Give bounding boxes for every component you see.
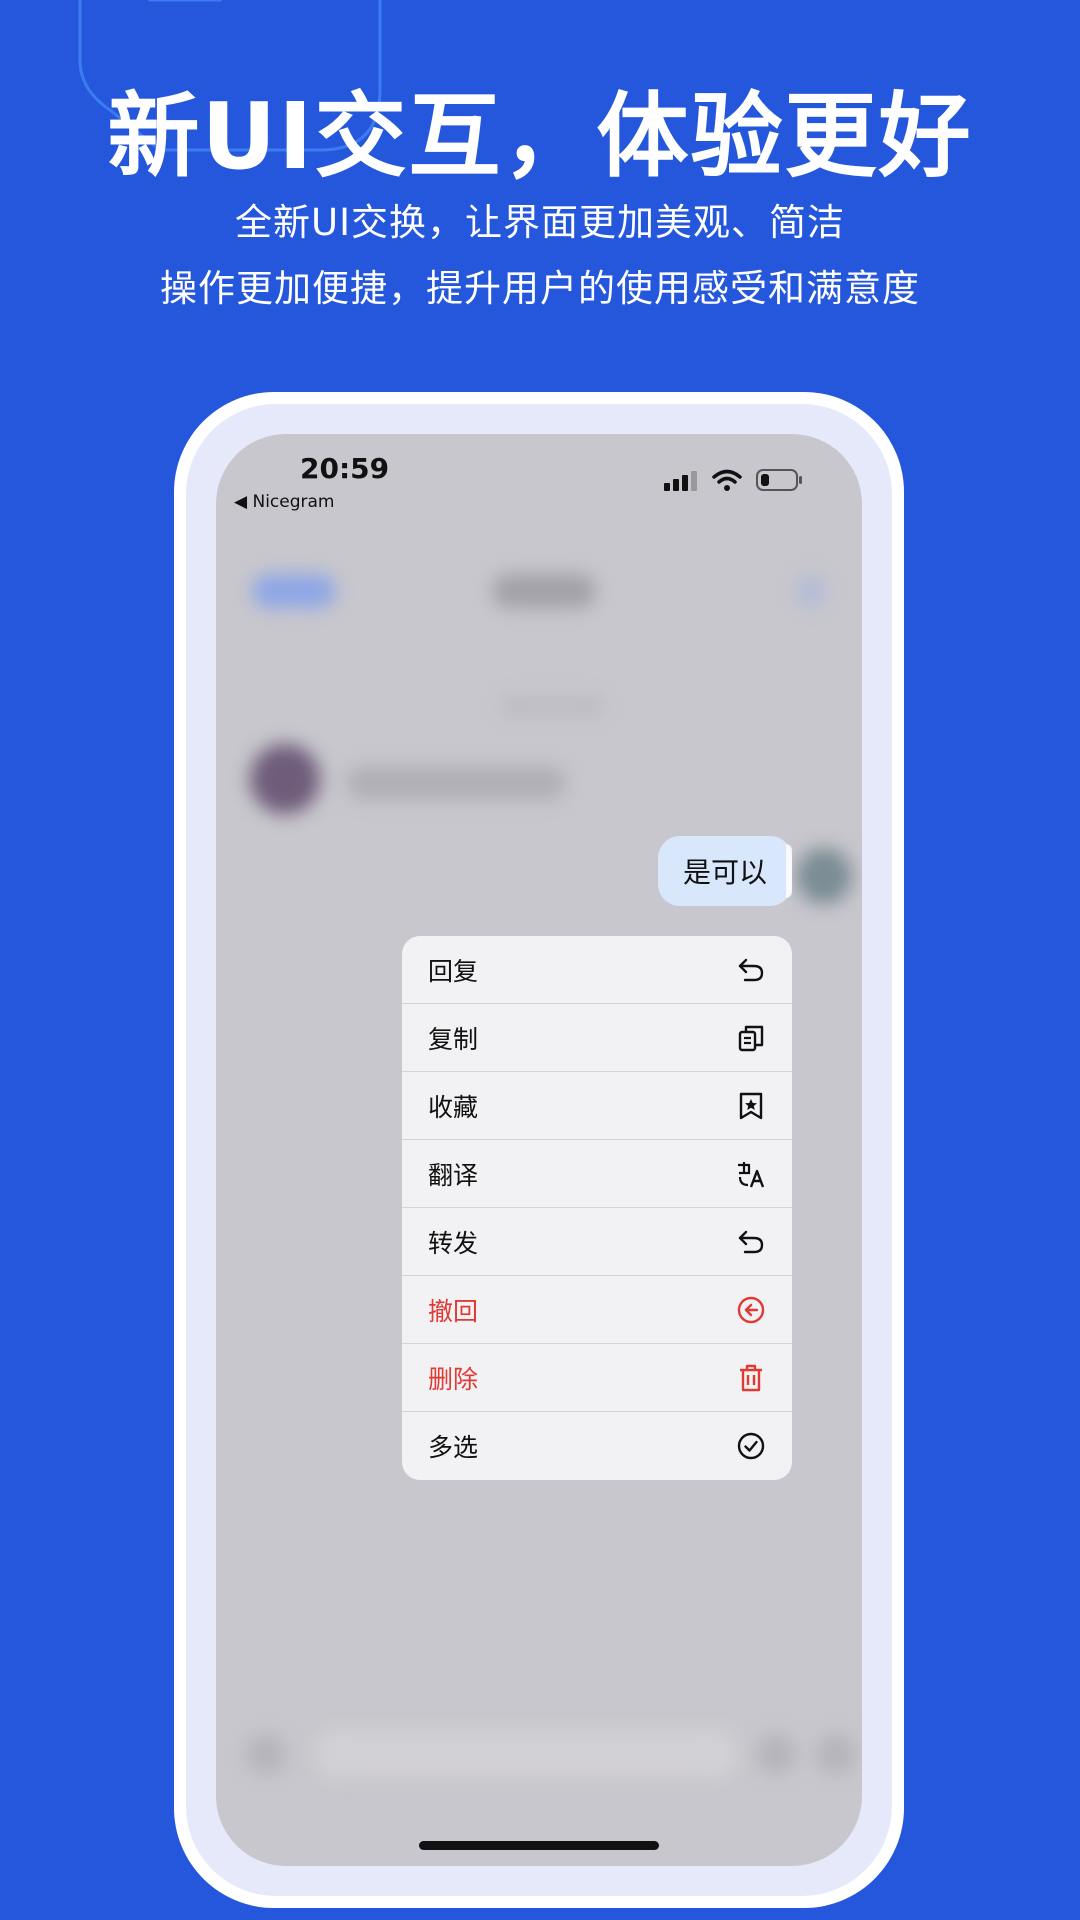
menu-item-forward[interactable]: 转发 — [402, 1208, 792, 1276]
menu-item-copy[interactable]: 复制 — [402, 1004, 792, 1072]
phone-mockup: 20:59 ◀ Nicegram 是可以 回复 复制 收藏 翻译 转发 撤回 删… — [174, 392, 904, 1908]
menu-item-translate[interactable]: 翻译 — [402, 1140, 792, 1208]
menu-item-label: 多选 — [428, 1433, 479, 1462]
message-bubble[interactable]: 是可以 — [658, 836, 792, 906]
menu-item-label: 撤回 — [428, 1296, 479, 1326]
forward-icon — [736, 1227, 766, 1257]
menu-item-delete[interactable]: 删除 — [402, 1344, 792, 1412]
home-indicator[interactable] — [419, 1841, 659, 1850]
promo-headline: 新UI交互，体验更好 — [107, 83, 973, 190]
recall-icon — [736, 1295, 766, 1325]
context-menu: 回复 复制 收藏 翻译 转发 撤回 删除 多选 — [402, 936, 792, 1480]
phone-screen: 20:59 ◀ Nicegram 是可以 回复 复制 收藏 翻译 转发 撤回 删… — [216, 434, 862, 1866]
bookmark-star-icon — [736, 1091, 766, 1121]
menu-item-multiselect[interactable]: 多选 — [402, 1412, 792, 1480]
message-text: 是可以 — [682, 856, 767, 889]
status-icons — [664, 468, 804, 492]
status-time: 20:59 — [300, 452, 390, 485]
back-to-app-link[interactable]: ◀ Nicegram — [234, 492, 334, 512]
phone-bezel: 20:59 ◀ Nicegram 是可以 回复 复制 收藏 翻译 转发 撤回 删… — [186, 404, 892, 1896]
menu-item-label: 删除 — [428, 1364, 479, 1394]
reply-icon — [736, 955, 766, 985]
menu-item-label: 翻译 — [428, 1160, 479, 1190]
copy-icon — [736, 1023, 766, 1053]
translate-icon — [736, 1159, 766, 1189]
menu-item-label: 转发 — [428, 1228, 479, 1258]
menu-item-recall[interactable]: 撤回 — [402, 1276, 792, 1344]
promo-subtitle-line2: 操作更加便捷，提升用户的使用感受和满意度 — [160, 267, 920, 310]
menu-item-reply[interactable]: 回复 — [402, 936, 792, 1004]
promo-subtitle-line1: 全新UI交换，让界面更加美观、简洁 — [235, 201, 845, 244]
trash-icon — [736, 1363, 766, 1393]
cellular-signal-icon — [664, 471, 697, 491]
menu-item-label: 复制 — [428, 1024, 479, 1054]
wifi-icon — [712, 469, 742, 491]
menu-item-label: 收藏 — [428, 1092, 479, 1122]
battery-icon — [756, 469, 802, 491]
menu-item-label: 回复 — [428, 956, 479, 986]
menu-item-favorite[interactable]: 收藏 — [402, 1072, 792, 1140]
check-circle-icon — [736, 1431, 766, 1461]
